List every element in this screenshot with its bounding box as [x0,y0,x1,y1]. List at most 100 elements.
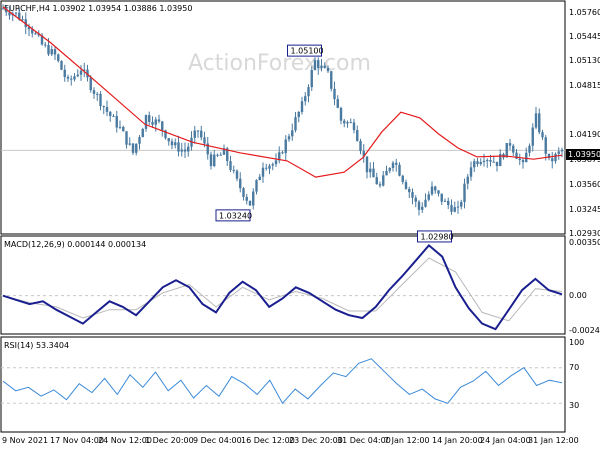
candle-body [534,113,538,128]
chart-canvas: ActionForex.com EURCHF,H4 1.03902 1.0395… [0,0,600,445]
candle-body [255,180,258,192]
candle-body [281,152,284,154]
candle-body [310,69,313,88]
x-tick-label: 9 Dec 04:00 [193,436,242,445]
candle-body [372,168,375,178]
candle-body [408,188,411,193]
candle-body [307,87,310,97]
candle-body [294,117,297,131]
candle-body [271,164,274,166]
candle-body [356,130,359,141]
candle-body [450,205,453,212]
rsi-tick: 100 [569,338,584,347]
candle-body [349,122,352,124]
candle-body [180,149,183,152]
candle-body [151,121,154,125]
candle-body [148,115,151,122]
price-annotation-label: 1.03240 [219,211,252,220]
x-tick-label: 16 Dec 12:00 [241,436,295,445]
candle-body [57,54,60,61]
candle-body [73,76,76,80]
candle-body [489,160,492,162]
candle-body [21,19,24,21]
candle-body [248,200,252,206]
candle-body [34,33,37,35]
candle-body [421,206,424,210]
candle-body [287,136,291,140]
candle-body [551,158,554,162]
candle-body [453,207,456,212]
candle-body [544,137,547,154]
candle-body [369,168,372,173]
candle-body [323,65,326,68]
price-tick: 1.05130 [569,56,600,65]
candle-body [14,12,18,14]
candle-body [456,206,460,208]
candle-body [66,77,70,79]
candle-body [122,126,125,132]
candle-body [128,143,131,145]
candle-body [89,77,92,91]
chart-window: ActionForex.com EURCHF,H4 1.03902 1.0395… [0,0,600,450]
candle-body [388,168,391,171]
candle-body [554,153,557,162]
x-tick-label: 31 Jan 12:00 [528,436,579,445]
candle-body [154,119,157,125]
candle-body [333,88,336,100]
rsi-tick: 30 [569,401,579,410]
candle-body [274,160,278,165]
candle-body [352,122,356,131]
macd-tick: -0.002438 [569,326,600,335]
candle-body [141,128,144,138]
candle-body [339,107,343,121]
candle-body [359,140,362,152]
candle-body [518,158,521,161]
price-y-axis: 1.05760 1.05445 1.05130 1.04815 1.04190 … [569,8,600,238]
candle-body [304,96,307,102]
candle-body [512,145,515,153]
candle-body [99,93,102,107]
candle-body [427,194,430,200]
candle-body [411,192,414,198]
candle-body [63,69,66,78]
x-tick-label: 24 Jan 04:00 [480,436,531,445]
candle-body [495,161,499,167]
candle-body [170,141,174,146]
macd-title: MACD(12,26,9) 0.000144 0.000134 [4,240,146,249]
candle-body [560,149,564,152]
candle-body [476,161,479,165]
candle-body [105,106,109,112]
candle-body [447,200,450,206]
candle-body [492,161,495,163]
candle-body [330,71,333,89]
candle-body [96,93,99,95]
candle-body [284,139,287,154]
candle-body [417,201,421,210]
x-tick-label: 1 Dec 20:00 [145,436,194,445]
rsi-line [2,358,563,405]
macd-layer [1,243,565,331]
rsi-layer [1,358,565,405]
candle-body [525,152,528,163]
candle-body [479,162,482,165]
candle-body [1,8,5,10]
candle-body [437,190,440,194]
candle-body [53,49,57,55]
candle-body [213,154,216,167]
candle-body [115,116,118,128]
candle-body [118,126,122,128]
candle-body [326,67,330,72]
macd-panel-frame [0,235,566,335]
x-tick-label: 7 Jan 12:00 [384,436,430,445]
candle-body [538,113,541,133]
candle-body [521,160,525,163]
candle-body [44,44,47,46]
candle-body [443,200,447,202]
macd-signal-line [2,257,563,322]
last-price-label: 1.03950 [568,150,600,159]
price-annotation-label: 1.05100 [291,47,324,56]
candle-body [187,146,190,152]
candle-body [404,181,408,189]
candle-body [232,169,235,171]
candle-body [528,145,531,153]
